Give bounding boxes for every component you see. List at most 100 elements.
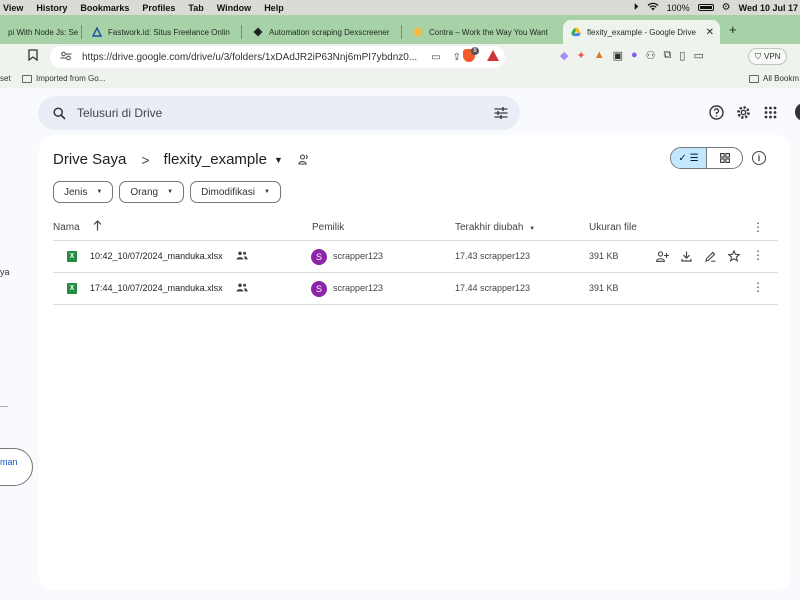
tab-4[interactable]: Contra – Work the Way You Want [405, 20, 557, 44]
search-icon[interactable] [52, 106, 66, 120]
last-modified: 17.44 scrapper123 [455, 283, 531, 293]
column-owner[interactable]: Pemilik [312, 222, 344, 233]
bookmark-folder-all[interactable]: All Bookm [749, 74, 799, 83]
tab-title: flexity_example - Google Drive [587, 27, 696, 37]
breadcrumb-root[interactable]: Drive Saya [53, 151, 126, 168]
drive-header-actions [708, 104, 778, 120]
menu-window[interactable]: Window [217, 3, 251, 13]
file-size: 391 KB [589, 251, 619, 261]
url-text[interactable]: https://drive.google.com/drive/u/3/folde… [82, 52, 431, 63]
check-icon: ✓ [678, 152, 687, 164]
extension-square-icon[interactable]: ▣ [613, 49, 623, 62]
extension-bug-icon[interactable]: ⚇ [646, 49, 656, 62]
bookmark-label: set [0, 74, 11, 83]
extension-circle-icon[interactable]: ● [631, 49, 638, 62]
menu-history[interactable]: History [36, 3, 67, 13]
file-name[interactable]: 10:42_10/07/2024_manduka.xlsx [90, 251, 223, 261]
shared-people-icon [236, 283, 248, 293]
storage-button[interactable] [0, 448, 33, 486]
file-table-header: Nama Pemilik Terakhir diubah ▼ Ukuran fi… [53, 217, 778, 241]
control-center-icon[interactable]: ⚙ [722, 2, 731, 13]
close-tab-icon[interactable]: ✕ [706, 27, 714, 38]
column-size[interactable]: Ukuran file [589, 222, 637, 233]
search-options-icon[interactable] [494, 106, 508, 120]
file-size: 391 KB [589, 283, 619, 293]
new-tab-button[interactable]: + [729, 22, 737, 37]
brave-rewards-icon[interactable] [487, 50, 499, 61]
list-view-button[interactable]: ✓ ☰ [671, 148, 707, 168]
apps-grid-icon[interactable] [762, 104, 778, 120]
filter-people-chip[interactable]: Orang ▼ [119, 181, 185, 203]
tab-title: pi With Node Js: Se [8, 27, 79, 37]
breadcrumb: Drive Saya > flexity_example ▼ [53, 151, 311, 168]
filter-modified-chip[interactable]: Dimodifikasi ▼ [190, 181, 281, 203]
drive-app: ya man Telusuri di Drive Drive Saya > fl… [0, 88, 800, 600]
wifi-icon[interactable] [647, 2, 659, 14]
menu-view[interactable]: View [3, 3, 23, 13]
rename-edit-icon[interactable] [703, 249, 717, 263]
browser-toolbar: https://drive.google.com/drive/u/3/folde… [0, 44, 800, 70]
nav-label-partial[interactable]: ya [0, 267, 10, 277]
vpn-button[interactable]: ⛉ VPN [748, 48, 788, 65]
extension-puzzle-purple-icon[interactable]: ◆ [560, 49, 568, 62]
shared-folder-icon[interactable] [297, 153, 311, 167]
column-name[interactable]: Nama [53, 222, 80, 233]
tab-2[interactable]: Fastwork.id: Situs Freelance Onlin [84, 20, 236, 44]
cast-icon[interactable]: ▭ [431, 52, 440, 63]
address-bar[interactable]: https://drive.google.com/drive/u/3/folde… [50, 46, 505, 68]
star-icon[interactable] [727, 249, 741, 263]
filter-chips: Jenis ▼ Orang ▼ Dimodifikasi ▼ [53, 181, 281, 203]
play-icon[interactable]: ⏵ [634, 2, 639, 13]
info-icon[interactable]: i [752, 151, 766, 165]
grid-view-button[interactable] [707, 148, 742, 168]
tab-5-active[interactable]: flexity_example - Google Drive ✕ [563, 20, 720, 44]
column-modified-label: Terakhir diubah [455, 222, 524, 233]
sidebar-toggle-icon[interactable]: ▯ [679, 49, 685, 62]
drive-search-bar[interactable]: Telusuri di Drive [38, 96, 520, 130]
tab-1[interactable]: pi With Node Js: Se [0, 20, 80, 44]
clock[interactable]: Wed 10 Jul 17 [739, 3, 798, 13]
tab-3[interactable]: Automation scraping Dexscreener [245, 20, 397, 44]
extension-star-icon[interactable]: ✦ [576, 49, 585, 62]
menu-profiles[interactable]: Profiles [142, 3, 175, 13]
table-row[interactable]: X 17:44_10/07/2024_manduka.xlsx S scrapp… [53, 273, 778, 305]
more-vert-icon[interactable]: ⋮ [752, 280, 764, 294]
menu-help[interactable]: Help [264, 3, 284, 13]
account-avatar[interactable] [795, 103, 800, 121]
wallet-icon[interactable]: ▭ [693, 49, 703, 62]
more-vert-icon[interactable]: ⋮ [752, 248, 764, 262]
search-input[interactable]: Telusuri di Drive [77, 106, 494, 120]
download-icon[interactable] [679, 249, 693, 263]
folder-icon [22, 74, 32, 83]
dexscreener-icon [253, 27, 263, 37]
google-drive-icon [571, 27, 581, 37]
chip-label: Jenis [64, 186, 88, 198]
breadcrumb-current-folder[interactable]: flexity_example [164, 151, 267, 168]
more-vert-icon[interactable]: ⋮ [752, 220, 764, 234]
folder-menu-caret-icon[interactable]: ▼ [274, 155, 283, 165]
grid-icon [719, 153, 730, 163]
share-person-add-icon[interactable] [655, 249, 669, 263]
bookmark-icon[interactable] [28, 49, 38, 64]
metamask-icon[interactable]: ▲ [594, 49, 605, 62]
column-modified[interactable]: Terakhir diubah ▼ [455, 222, 535, 233]
bookmark-item[interactable]: set [0, 74, 11, 83]
battery-icon[interactable] [697, 4, 714, 11]
bookmark-folder-imported[interactable]: Imported from Go... [22, 74, 105, 83]
bookmark-label: Imported from Go... [36, 74, 106, 83]
share-page-icon[interactable]: ⇪ [453, 52, 461, 63]
vpn-shield-icon: ⛉ [755, 51, 761, 61]
extensions-icon[interactable]: ⧉ [664, 49, 672, 62]
table-row[interactable]: X 10:42_10/07/2024_manduka.xlsx S scrapp… [53, 241, 778, 273]
site-settings-icon[interactable] [60, 51, 72, 64]
tab-title: Contra – Work the Way You Want [429, 27, 548, 37]
file-name[interactable]: 17:44_10/07/2024_manduka.xlsx [90, 283, 223, 293]
sort-arrow-up-icon[interactable] [93, 220, 102, 234]
help-icon[interactable] [708, 104, 724, 120]
settings-gear-icon[interactable] [735, 104, 751, 120]
menu-bookmarks[interactable]: Bookmarks [80, 3, 129, 13]
filter-type-chip[interactable]: Jenis ▼ [53, 181, 114, 203]
menu-tab[interactable]: Tab [188, 3, 203, 13]
storage-button-label[interactable]: man [0, 457, 18, 467]
dropdown-arrow-icon: ▼ [263, 189, 270, 195]
